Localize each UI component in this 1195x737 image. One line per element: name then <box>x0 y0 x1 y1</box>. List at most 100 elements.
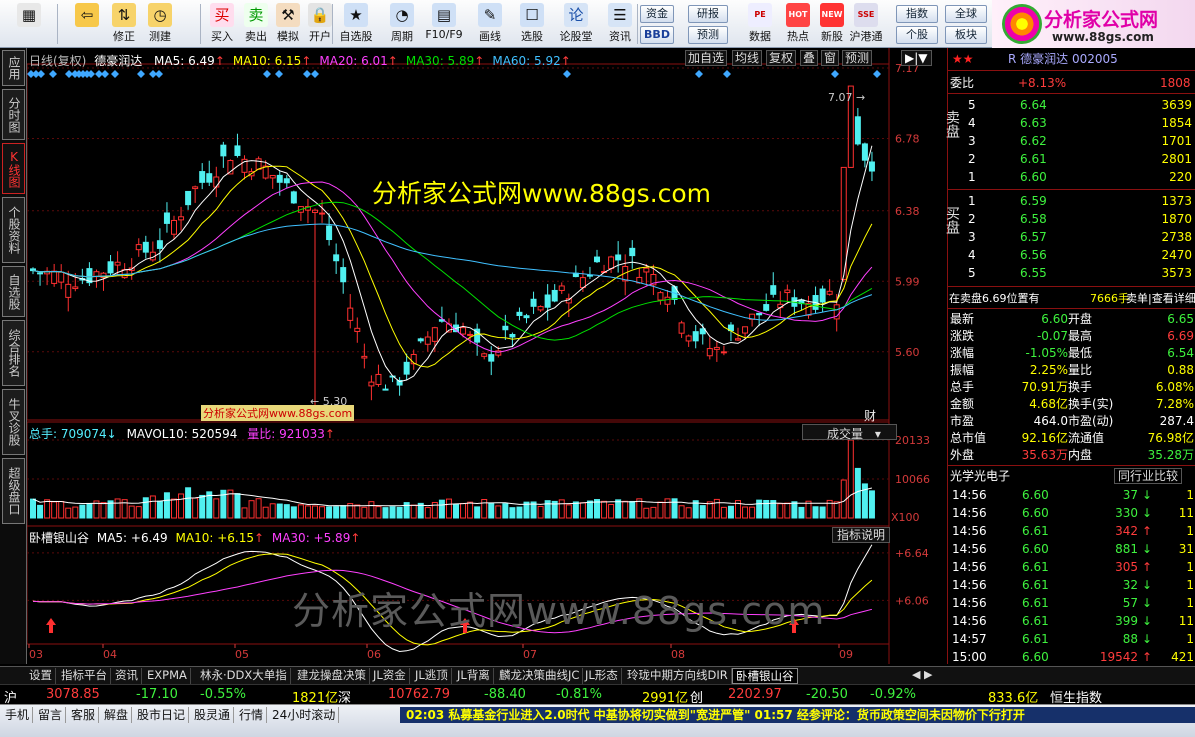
candle-body[interactable] <box>735 338 741 341</box>
volume-bar[interactable] <box>467 501 474 519</box>
indicator-tab-11[interactable]: 玲珑中期方向线DIR <box>624 668 732 684</box>
volume-bar[interactable] <box>516 506 523 519</box>
candle-body[interactable] <box>361 355 368 359</box>
candle-body[interactable] <box>114 261 121 266</box>
volume-select[interactable]: 成交量 ▾ <box>802 424 897 441</box>
volume-bar[interactable] <box>86 502 93 519</box>
volume-bar[interactable] <box>784 502 791 519</box>
bid-row-4[interactable]: 4 6.56 2470 <box>948 246 1195 264</box>
volume-bar[interactable] <box>382 507 389 519</box>
volume-bar[interactable] <box>438 499 445 519</box>
candle-body[interactable] <box>854 116 861 145</box>
candle-body[interactable] <box>692 331 699 342</box>
candle-body[interactable] <box>340 267 347 283</box>
volume-bar[interactable] <box>608 503 615 519</box>
volume-bar[interactable] <box>579 502 586 519</box>
toolbar-clock-button[interactable]: ◷ 测建 <box>140 2 180 46</box>
toolbar-pe-button[interactable]: PE 数据 <box>740 2 780 46</box>
candle-body[interactable] <box>72 286 79 290</box>
chart-button-1[interactable]: 均线 <box>732 50 763 66</box>
candle-body[interactable] <box>868 161 875 172</box>
toolbar-forum-button[interactable]: 论论股堂 <box>556 2 596 46</box>
global-button[interactable]: 全球 <box>945 5 987 23</box>
volume-bar[interactable] <box>474 506 481 519</box>
volume-bar[interactable] <box>664 498 671 519</box>
toolbar-star-button[interactable]: ★ 自选股 <box>336 2 376 46</box>
sz-index[interactable]: 10762.79 <box>388 687 450 702</box>
news-ticker[interactable]: 02:03 私募基金行业进入2.0时代 中基协将切实做到"宽进严管" 01:57… <box>400 707 1195 723</box>
candle-body[interactable] <box>375 373 382 385</box>
chart-button-4[interactable]: 窗 <box>821 50 840 66</box>
candle-body[interactable] <box>178 216 185 221</box>
volume-bar[interactable] <box>297 504 304 519</box>
candle-body[interactable] <box>586 274 593 277</box>
candle-body[interactable] <box>629 247 636 257</box>
candle-body[interactable] <box>643 267 650 273</box>
fund-button[interactable]: 资金 <box>640 5 674 23</box>
volume-bar[interactable] <box>65 507 72 519</box>
candle-body[interactable] <box>826 290 833 295</box>
bid-row-2[interactable]: 2 6.58 1870 <box>948 210 1195 228</box>
volume-bar[interactable] <box>445 498 452 519</box>
volume-bar[interactable] <box>213 498 220 519</box>
toolbar-up-down-button[interactable]: ⇅ 修正 <box>104 2 144 46</box>
volume-bar[interactable] <box>706 501 713 519</box>
chart-button-2[interactable]: 复权 <box>766 50 797 66</box>
candle-body[interactable] <box>347 307 354 321</box>
volume-bar[interactable] <box>185 487 192 519</box>
candle-body[interactable] <box>685 335 692 342</box>
volume-bar[interactable] <box>622 500 629 519</box>
volume-bar[interactable] <box>854 467 861 519</box>
volume-bar[interactable] <box>156 500 163 519</box>
sector-button[interactable]: 板块 <box>945 26 987 44</box>
toolbar-news-button[interactable]: ☰ 资讯 <box>600 2 640 46</box>
volume-bar[interactable] <box>199 494 206 519</box>
candle-body[interactable] <box>424 336 431 345</box>
candle-body[interactable] <box>51 270 58 284</box>
candle-body[interactable] <box>171 219 177 235</box>
candle-body[interactable] <box>107 261 114 274</box>
candle-body[interactable] <box>713 346 720 350</box>
volume-bar[interactable] <box>756 499 763 519</box>
volume-bar[interactable] <box>178 493 185 519</box>
volume-bar[interactable] <box>812 506 819 519</box>
candle-body[interactable] <box>431 327 438 342</box>
volume-bar[interactable] <box>840 479 847 519</box>
candle-body[interactable] <box>720 351 727 354</box>
status-item-6[interactable]: 行情 <box>236 707 268 723</box>
bbd-button[interactable]: BBD <box>640 26 674 44</box>
indicator-tab-7[interactable]: JL逃顶 <box>412 668 452 684</box>
candle-body[interactable] <box>706 348 713 357</box>
volume-bar[interactable] <box>742 506 749 519</box>
volume-bar[interactable] <box>833 501 840 519</box>
indicator-tab-0[interactable]: 设置 <box>26 668 56 684</box>
indicator-tab-3[interactable]: EXPMA <box>144 668 191 684</box>
volume-bar[interactable] <box>572 501 579 519</box>
sh-index[interactable]: 3078.85 <box>46 687 100 702</box>
toolbar-sse-hkex-button[interactable]: SSE 沪港通 <box>846 2 886 46</box>
candle-body[interactable] <box>142 241 149 253</box>
indicator-tab-1[interactable]: 指标平台 <box>58 668 111 684</box>
bid-row-5[interactable]: 5 6.55 3573 <box>948 264 1195 282</box>
candle-body[interactable] <box>502 325 509 331</box>
candle-body[interactable] <box>382 388 389 391</box>
candle-body[interactable] <box>290 191 297 204</box>
volume-bar[interactable] <box>544 500 551 519</box>
volume-bar[interactable] <box>51 501 58 519</box>
volume-bar[interactable] <box>502 503 509 519</box>
volume-bar[interactable] <box>248 500 255 519</box>
toolbar-f10-button[interactable]: ▤ F10/F9 <box>424 2 464 46</box>
indicator-tab-4[interactable]: 林永·DDX大单指 <box>197 668 291 684</box>
bid-row-1[interactable]: 1 6.59 1373 <box>948 192 1195 210</box>
volume-bar[interactable] <box>657 501 664 519</box>
volume-bar[interactable] <box>495 505 502 519</box>
candle-body[interactable] <box>756 312 763 316</box>
volume-bar[interactable] <box>114 498 121 519</box>
left-tab-5[interactable]: 综合排名 <box>2 320 25 386</box>
volume-bar[interactable] <box>586 500 593 519</box>
indicator-help-button[interactable]: 指标说明 <box>832 527 891 543</box>
candle-body[interactable] <box>185 190 192 206</box>
volume-bar[interactable] <box>643 507 650 519</box>
industry-compare-button[interactable]: 同行业比较 <box>1114 468 1183 484</box>
candle-body[interactable] <box>615 254 622 261</box>
